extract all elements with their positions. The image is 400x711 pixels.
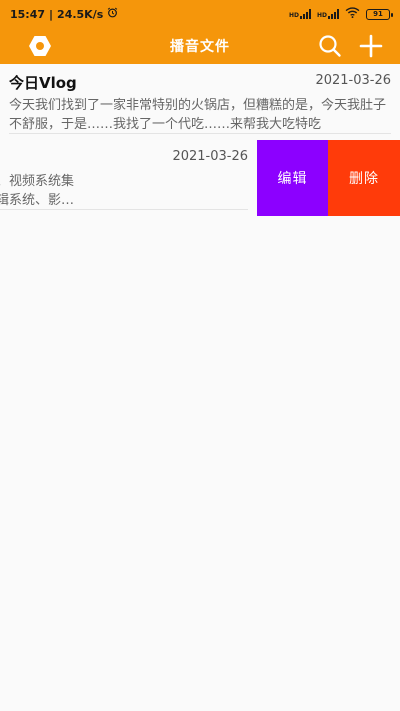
status-network-speed: 24.5K/s	[57, 7, 104, 21]
alarm-clock-icon	[107, 7, 118, 21]
signal-icon-2	[328, 9, 339, 19]
list-item-swiped[interactable]: 2021-03-26 司是以广电设备的销售、视频系统集 录音棚建设、非线性编辑系…	[0, 140, 400, 216]
plus-icon[interactable]	[353, 28, 389, 64]
hd-label-2: HD	[316, 12, 327, 19]
list-item-content[interactable]: 2021-03-26 司是以广电设备的销售、视频系统集 录音棚建设、非线性编辑系…	[0, 140, 257, 216]
hd-label-1: HD	[288, 12, 299, 19]
swipe-actions: 编辑 删除	[257, 140, 400, 216]
status-bar: 15:47 | 24.5K/s HD HD 91	[0, 0, 400, 28]
file-date: 2021-03-26	[172, 149, 248, 164]
edit-button[interactable]: 编辑	[257, 140, 328, 216]
file-list: 今日Vlog 2021-03-26 今天我们找到了一家非常特别的火锅店，但糟糕的…	[0, 64, 400, 216]
phone-screen: 15:47 | 24.5K/s HD HD 91 播音文件 今日Vlog 202…	[0, 0, 400, 711]
list-item[interactable]: 今日Vlog 2021-03-26 今天我们找到了一家非常特别的火锅店，但糟糕的…	[0, 64, 400, 140]
status-separator: |	[49, 7, 54, 21]
file-description: 今天我们找到了一家非常特别的火锅店，但糟糕的是，今天我肚子不舒服，于是……我找了…	[9, 98, 387, 132]
file-description: 司是以广电设备的销售、视频系统集 录音棚建设、非线性编辑系统、影…	[0, 174, 75, 208]
battery-icon: 91	[366, 8, 393, 20]
search-icon[interactable]	[312, 28, 348, 64]
divider	[0, 209, 248, 210]
file-date: 2021-03-26	[315, 73, 391, 88]
file-title: 今日Vlog	[9, 74, 77, 92]
divider	[9, 133, 391, 134]
wifi-icon	[345, 7, 360, 21]
app-bar: 播音文件	[0, 28, 400, 64]
status-time: 15:47	[10, 7, 46, 21]
battery-level: 91	[373, 10, 383, 18]
signal-icon-1	[299, 9, 311, 19]
delete-button[interactable]: 删除	[328, 140, 400, 216]
